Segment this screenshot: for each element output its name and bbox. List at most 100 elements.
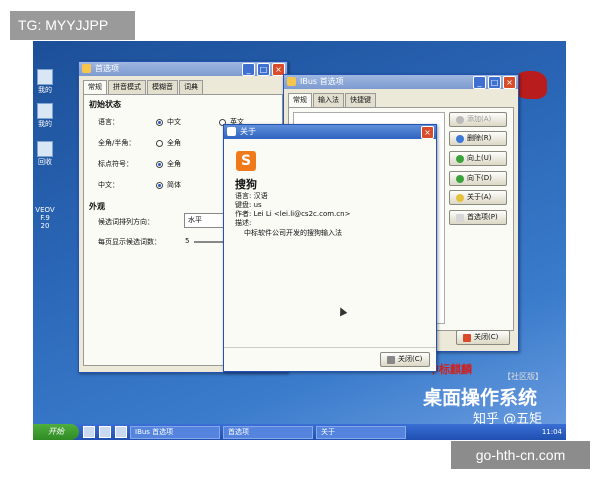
row-label: 中文： [98, 181, 119, 189]
about-button[interactable]: 关于(A) [449, 190, 507, 205]
preferences-icon [456, 213, 464, 222]
add-icon [456, 115, 464, 124]
desktop-icon-label: 我的 [38, 86, 52, 94]
button-label: 关闭(C) [398, 355, 423, 363]
close-icon [463, 333, 471, 342]
radio-dot [156, 160, 163, 168]
tab-pinyin-mode[interactable]: 拼音模式 [108, 80, 146, 94]
radio-dot [156, 118, 163, 126]
window-title: 关于 [240, 127, 256, 136]
tab-shortcuts[interactable]: 快捷键 [345, 93, 376, 107]
about-author: 作者: Lei Li <lei.li@cs2c.com.cn> [235, 210, 351, 218]
section-initial-state: 初始状态 [89, 100, 121, 109]
sogou-logo-icon: S [236, 151, 256, 171]
button-label: 关于(A) [467, 193, 492, 201]
add-button[interactable]: 添加(A) [449, 112, 507, 127]
files-icon[interactable] [99, 426, 111, 438]
radio-dot [156, 139, 163, 147]
tab-input-method[interactable]: 输入法 [313, 93, 344, 107]
section-appearance: 外观 [89, 202, 105, 211]
minimize-button[interactable]: _ [242, 63, 255, 76]
task-preferences[interactable]: 首选项 [223, 425, 313, 439]
remove-button[interactable]: 删除(R) [449, 131, 507, 146]
show-desktop-icon[interactable] [115, 426, 127, 438]
tab-general[interactable]: 常规 [83, 80, 107, 94]
radio-fullwidth[interactable]: 全角 [156, 138, 181, 148]
about-icon [456, 193, 464, 202]
button-label: 删除(R) [467, 134, 492, 142]
button-label: 关闭(C) [474, 333, 499, 341]
arrow-up-icon [456, 154, 464, 163]
ibus-close-button[interactable]: 关闭(C) [456, 330, 510, 345]
move-down-button[interactable]: 向下(D) [449, 171, 507, 186]
start-button[interactable]: 开始 [33, 424, 79, 440]
brand-product: 桌面操作系统 [423, 387, 538, 409]
clock[interactable]: 11:04 [542, 428, 562, 436]
button-label: 首选项(P) [467, 213, 498, 221]
close-button[interactable]: × [503, 76, 516, 89]
maximize-button[interactable]: □ [257, 63, 270, 76]
button-label: 添加(A) [467, 115, 492, 123]
button-label: 向上(U) [467, 154, 492, 162]
desktop-icon-label: 回收 [38, 158, 52, 166]
button-label: 向下(D) [467, 174, 492, 182]
desktop-icon-computer[interactable]: 我的 [35, 69, 55, 94]
mouse-cursor-icon [336, 305, 348, 317]
about-window-icon [227, 127, 236, 136]
about-window: 关于 × S 搜狗 语言: 汉语 键盘: us 作者: Lei Li <lei.… [223, 124, 437, 372]
move-up-button[interactable]: 向上(U) [449, 151, 507, 166]
row-label: 语言： [98, 118, 119, 126]
orientation-label: 候选词排列方向： [98, 218, 154, 226]
about-divider [224, 347, 436, 348]
ibus-titlebar[interactable]: IBus 首选项 _ □ × [284, 75, 518, 89]
preferences-button[interactable]: 首选项(P) [449, 210, 507, 225]
tab-bar: 常规 输入法 快捷键 [284, 89, 518, 107]
desktop-icon-trash[interactable]: 回收 [35, 141, 55, 166]
radio-punct-fullwidth[interactable]: 全角 [156, 159, 181, 169]
computer-icon [37, 69, 53, 85]
window-title: 首选项 [95, 64, 119, 73]
arrow-down-icon [456, 174, 464, 183]
task-ibus-preferences[interactable]: IBus 首选项 [130, 425, 220, 439]
preferences-titlebar[interactable]: 首选项 _ □ × [79, 62, 287, 76]
radio-label: 中文 [167, 118, 181, 126]
task-about[interactable]: 关于 [316, 425, 406, 439]
row-label: 全角/半角： [98, 139, 136, 147]
radio-label: 全角 [167, 139, 181, 147]
window-icon [287, 77, 296, 86]
desktop-icon-label: 我的 [38, 120, 52, 128]
close-icon [387, 355, 395, 364]
tag-label: TG: MYYJJPP [10, 11, 135, 40]
taskbar: 开始 IBus 首选项 首选项 关于 11:04 [33, 424, 566, 440]
page-size-slider[interactable] [194, 241, 224, 243]
desktop-icon-file[interactable]: VEOV F.9 20 [35, 206, 55, 230]
page-size-label: 每页显示候选词数： [98, 238, 161, 246]
about-close-button[interactable]: 关闭(C) [380, 352, 430, 367]
maximize-button[interactable]: □ [488, 76, 501, 89]
remove-icon [456, 134, 464, 143]
documents-icon [37, 103, 53, 119]
radio-label: 简体 [167, 181, 181, 189]
desktop-icon-documents[interactable]: 我的 [35, 103, 55, 128]
radio-chinese[interactable]: 中文 [156, 117, 181, 127]
tab-general[interactable]: 常规 [288, 93, 312, 107]
page-size-value: 5 [185, 237, 190, 245]
tab-bar: 常规 拼音模式 模糊音 词典 [79, 76, 287, 94]
browser-icon[interactable] [83, 426, 95, 438]
about-app-name: 搜狗 [235, 178, 257, 191]
window-icon [82, 64, 91, 73]
close-button[interactable]: × [421, 126, 434, 139]
desktop-icon-label: VEOV F.9 20 [35, 206, 55, 230]
tab-fuzzy[interactable]: 模糊音 [147, 80, 178, 94]
tab-dictionary[interactable]: 词典 [179, 80, 203, 94]
about-description: 中标软件公司开发的搜狗输入法 [244, 229, 342, 237]
watermark-bottom: go-hth-cn.com [451, 441, 590, 469]
radio-simplified[interactable]: 简体 [156, 180, 181, 190]
desktop: 我的 我的 回收 VEOV F.9 20 中标麒麟 【社区版】 桌面操作系统 知… [33, 41, 566, 440]
row-label: 标点符号： [98, 160, 133, 168]
radio-dot [156, 181, 163, 189]
about-titlebar[interactable]: 关于 × [224, 125, 436, 139]
brand-edition: 【社区版】 [503, 372, 543, 381]
radio-label: 全角 [167, 160, 181, 168]
minimize-button[interactable]: _ [473, 76, 486, 89]
